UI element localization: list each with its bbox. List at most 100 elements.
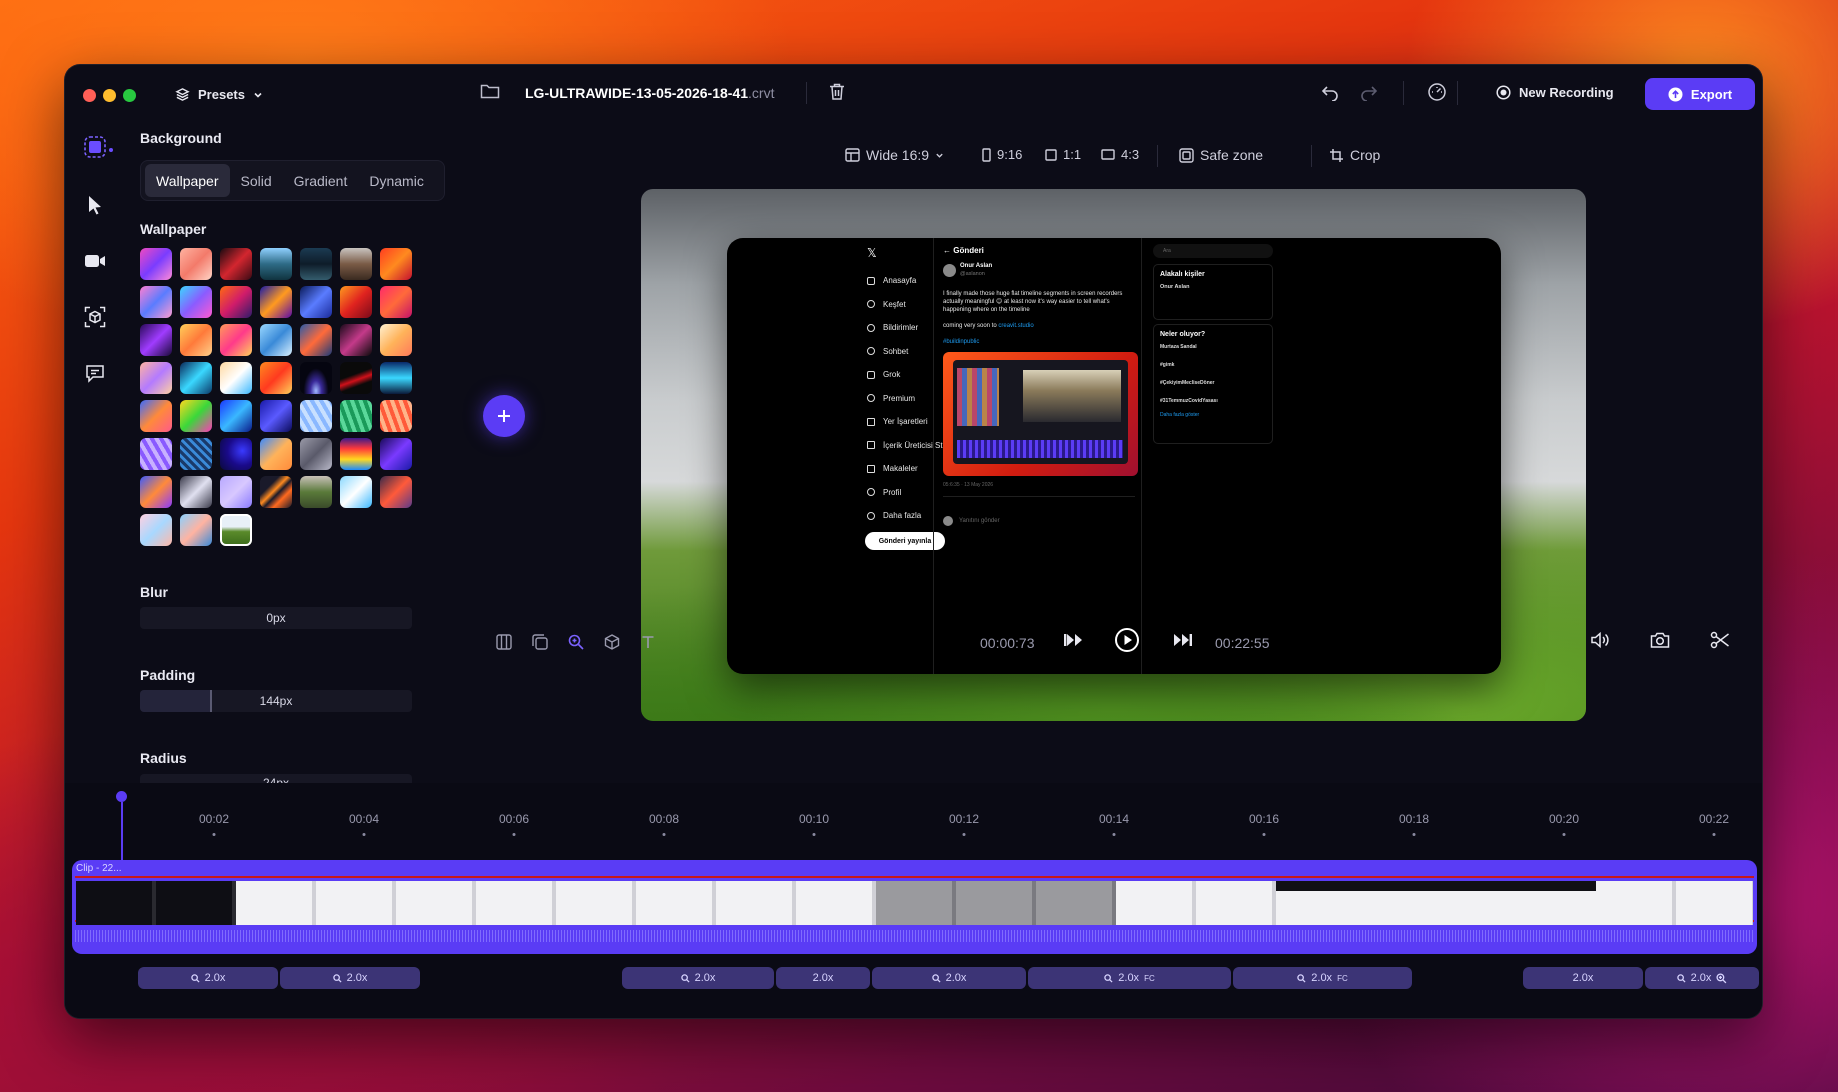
tab-solid[interactable]: Solid bbox=[230, 164, 283, 197]
zoom-segment[interactable]: 2.0x FC bbox=[1233, 967, 1412, 989]
blur-slider[interactable]: 0px bbox=[140, 607, 412, 629]
coming-soon-link[interactable]: creavit.studio bbox=[998, 323, 1033, 329]
wallpaper-swatch[interactable] bbox=[180, 438, 212, 470]
delete-button[interactable] bbox=[828, 82, 846, 106]
wallpaper-swatch[interactable] bbox=[300, 248, 332, 280]
zoom-segment[interactable]: 2.0x bbox=[776, 967, 870, 989]
wallpaper-swatch[interactable] bbox=[220, 438, 252, 470]
wallpaper-swatch[interactable] bbox=[260, 438, 292, 470]
undo-button[interactable] bbox=[1321, 85, 1339, 106]
padding-slider[interactable]: 144px bbox=[140, 690, 412, 712]
zoom-segment[interactable]: 2.0x bbox=[138, 967, 278, 989]
wallpaper-swatch[interactable] bbox=[180, 362, 212, 394]
presets-dropdown[interactable]: Presets bbox=[175, 87, 263, 102]
zoom-segment[interactable]: 2.0x bbox=[1523, 967, 1643, 989]
cut-button[interactable] bbox=[1710, 631, 1730, 654]
wallpaper-swatch[interactable] bbox=[300, 286, 332, 318]
wallpaper-swatch[interactable] bbox=[340, 438, 372, 470]
wallpaper-swatch[interactable] bbox=[180, 400, 212, 432]
layout-toggle[interactable] bbox=[493, 631, 515, 653]
tab-wallpaper[interactable]: Wallpaper bbox=[145, 164, 230, 197]
wallpaper-swatch[interactable] bbox=[340, 286, 372, 318]
tweet-media[interactable] bbox=[943, 352, 1138, 476]
wallpaper-swatch[interactable] bbox=[180, 324, 212, 356]
tool-background[interactable] bbox=[79, 131, 111, 163]
zoom-segment[interactable]: 2.0x bbox=[872, 967, 1026, 989]
wallpaper-swatch[interactable] bbox=[260, 400, 292, 432]
screenshot-button[interactable] bbox=[1650, 631, 1670, 654]
wallpaper-swatch[interactable] bbox=[260, 476, 292, 508]
wallpaper-swatch[interactable] bbox=[380, 324, 412, 356]
wallpaper-swatch[interactable] bbox=[380, 476, 412, 508]
wallpaper-swatch[interactable] bbox=[180, 286, 212, 318]
wallpaper-swatch[interactable] bbox=[140, 400, 172, 432]
close-window-button[interactable] bbox=[83, 89, 96, 102]
wallpaper-swatch[interactable] bbox=[140, 362, 172, 394]
overlay-toggle[interactable] bbox=[529, 631, 551, 653]
wallpaper-swatch[interactable] bbox=[180, 248, 212, 280]
search-input[interactable]: Ara bbox=[1153, 244, 1273, 258]
skip-back-button[interactable] bbox=[1063, 632, 1083, 653]
wallpaper-swatch[interactable] bbox=[220, 362, 252, 394]
safe-zone-toggle[interactable]: Safe zone bbox=[1179, 147, 1263, 163]
wallpaper-swatch[interactable] bbox=[180, 514, 212, 546]
aspect-wide-dropdown[interactable]: Wide 16:9 bbox=[845, 147, 944, 163]
wallpaper-swatch[interactable] bbox=[380, 286, 412, 318]
wallpaper-swatch[interactable] bbox=[140, 476, 172, 508]
zoom-segment[interactable]: 2.0x bbox=[280, 967, 420, 989]
wallpaper-swatch[interactable] bbox=[140, 324, 172, 356]
add-element-button[interactable] bbox=[483, 395, 525, 437]
wallpaper-swatch[interactable] bbox=[300, 362, 332, 394]
hashtag[interactable]: #buildinpublic bbox=[943, 339, 979, 345]
wallpaper-swatch[interactable] bbox=[340, 324, 372, 356]
maximize-window-button[interactable] bbox=[123, 89, 136, 102]
wallpaper-swatch[interactable] bbox=[300, 324, 332, 356]
zoom-segment[interactable]: 2.0x FC bbox=[1028, 967, 1231, 989]
zoom-segment[interactable]: 2.0x bbox=[1645, 967, 1759, 989]
wallpaper-swatch[interactable] bbox=[300, 438, 332, 470]
tool-captions[interactable] bbox=[79, 357, 111, 389]
reply-input[interactable]: Yanıtını gönder bbox=[959, 518, 1000, 524]
wallpaper-swatch[interactable] bbox=[140, 438, 172, 470]
wallpaper-swatch[interactable] bbox=[260, 248, 292, 280]
wallpaper-swatch[interactable] bbox=[220, 514, 252, 546]
trend-item[interactable]: #ÇekiyimMecliseDöner bbox=[1160, 380, 1266, 386]
tool-camera[interactable] bbox=[79, 245, 111, 277]
wallpaper-swatch[interactable] bbox=[260, 324, 292, 356]
trend-item[interactable]: Murtaza Sandal bbox=[1160, 344, 1266, 350]
wallpaper-swatch[interactable] bbox=[140, 286, 172, 318]
show-more-link[interactable]: Daha fazla göster bbox=[1160, 412, 1266, 418]
wallpaper-swatch[interactable] bbox=[300, 476, 332, 508]
crop-button[interactable]: Crop bbox=[1329, 147, 1380, 163]
new-recording-button[interactable]: New Recording bbox=[1496, 85, 1614, 100]
wallpaper-swatch[interactable] bbox=[260, 286, 292, 318]
performance-button[interactable] bbox=[1427, 82, 1447, 107]
playhead-handle[interactable] bbox=[116, 791, 127, 802]
wallpaper-swatch[interactable] bbox=[340, 400, 372, 432]
wallpaper-swatch[interactable] bbox=[220, 324, 252, 356]
wallpaper-swatch[interactable] bbox=[220, 400, 252, 432]
wallpaper-swatch[interactable] bbox=[340, 248, 372, 280]
wallpaper-swatch[interactable] bbox=[380, 248, 412, 280]
wallpaper-swatch[interactable] bbox=[220, 248, 252, 280]
wallpaper-swatch[interactable] bbox=[380, 362, 412, 394]
redo-button[interactable] bbox=[1360, 85, 1378, 106]
aspect-4-3[interactable]: 4:3 bbox=[1101, 147, 1139, 162]
folder-button[interactable] bbox=[480, 82, 500, 105]
wallpaper-swatch[interactable] bbox=[300, 400, 332, 432]
aspect-9-16[interactable]: 9:16 bbox=[982, 147, 1022, 162]
tab-gradient[interactable]: Gradient bbox=[283, 164, 359, 197]
wallpaper-swatch[interactable] bbox=[220, 286, 252, 318]
wallpaper-swatch[interactable] bbox=[380, 400, 412, 432]
wallpaper-swatch[interactable] bbox=[220, 476, 252, 508]
wallpaper-swatch[interactable] bbox=[340, 476, 372, 508]
tool-3d[interactable] bbox=[79, 301, 111, 333]
skip-forward-button[interactable] bbox=[1173, 632, 1193, 653]
wallpaper-swatch[interactable] bbox=[140, 514, 172, 546]
wallpaper-swatch[interactable] bbox=[380, 438, 412, 470]
tool-cursor[interactable] bbox=[79, 189, 111, 221]
aspect-1-1[interactable]: 1:1 bbox=[1045, 147, 1081, 162]
text-tool[interactable] bbox=[637, 631, 659, 653]
play-button[interactable] bbox=[1114, 627, 1140, 658]
wallpaper-swatch[interactable] bbox=[260, 362, 292, 394]
